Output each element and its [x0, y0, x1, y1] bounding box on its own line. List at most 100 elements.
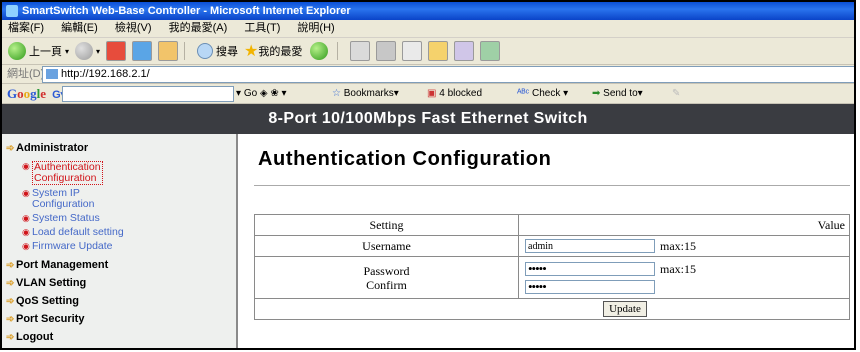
username-label: Username: [254, 235, 519, 257]
popup-blocked-button[interactable]: ▣ 4 blocked: [427, 84, 482, 103]
bullet-icon: ◉: [22, 188, 30, 198]
spell-check-button[interactable]: ᴬᴮᶜ Check ▾: [517, 84, 568, 103]
address-url: http://192.168.2.1/: [61, 68, 150, 80]
sidebar-item-label: Configuration: [34, 172, 97, 184]
toolbar-divider: [184, 42, 186, 60]
sidebar-item-port-security[interactable]: ➾ Port Security: [6, 313, 236, 325]
google-search-input[interactable]: [62, 86, 234, 102]
search-button[interactable]: 搜尋: [197, 43, 238, 59]
update-button[interactable]: Update: [603, 301, 647, 317]
table-row: Password Confirm ••••• max:15 •••••: [254, 256, 850, 299]
table-row: Username admin max:15: [254, 235, 850, 257]
confirm-label: Confirm: [366, 277, 407, 292]
page-title: Authentication Configuration: [258, 148, 552, 170]
arrow-icon: ➾: [6, 278, 15, 289]
page-icon: [46, 69, 58, 79]
google-logo: Google: [7, 86, 47, 101]
send-arrow-icon: ➡: [592, 88, 601, 99]
research-icon[interactable]: [454, 41, 475, 61]
sidebar-item-system-ip-configuration[interactable]: ◉ System IP Configuration: [22, 188, 236, 210]
banner-title: 8-Port 10/100Mbps Fast Ethernet Switch: [268, 110, 588, 127]
divider: [254, 185, 850, 186]
column-header-value: Value: [518, 214, 850, 236]
messenger-icon[interactable]: [480, 41, 501, 61]
sidebar-item-firmware-update[interactable]: ◉ Firmware Update: [22, 241, 236, 252]
bullet-icon: ◉: [22, 227, 30, 237]
menu-file[interactable]: 檔案(F): [8, 22, 44, 34]
print-icon[interactable]: [376, 41, 397, 61]
star-icon: ★: [244, 43, 259, 60]
pencil-icon[interactable]: ✎: [672, 84, 680, 103]
password-input[interactable]: •••••: [525, 262, 655, 277]
window-titlebar: SmartSwitch Web-Base Controller - Micros…: [2, 2, 854, 20]
favorites-button[interactable]: ★ 我的最愛: [244, 41, 302, 61]
menu-tools[interactable]: 工具(T): [244, 22, 280, 34]
arrow-icon: ➾: [6, 332, 15, 343]
menu-help[interactable]: 說明(H): [297, 22, 334, 34]
expanded-arrow-icon: ➾: [6, 143, 15, 154]
sidebar-item-system-status[interactable]: ◉ System Status: [22, 213, 236, 224]
forward-icon: [75, 42, 94, 60]
stop-icon[interactable]: [106, 41, 127, 61]
menu-view[interactable]: 檢視(V): [115, 22, 152, 34]
main-content: Authentication Configuration Setting Val…: [238, 134, 854, 348]
dropdown-arrow-icon: ▾: [96, 46, 101, 56]
table-header-row: Setting Value: [254, 214, 850, 236]
google-go-button[interactable]: ▾ Go ◈ ❀ ▾: [236, 84, 287, 103]
search-label: 搜尋: [216, 46, 239, 58]
address-input[interactable]: http://192.168.2.1/: [42, 66, 854, 83]
search-icon: [197, 43, 214, 59]
sidebar-item-qos-setting[interactable]: ➾ QoS Setting: [6, 295, 236, 307]
sidebar: ➾ Administrator ◉ Authentication Configurat…: [2, 134, 238, 348]
table-row: Update: [254, 298, 850, 320]
sidebar-item-label: Configuration: [32, 198, 95, 210]
username-input[interactable]: admin: [525, 239, 655, 254]
sidebar-item-authentication-configuration[interactable]: ◉ Authentication Configuration: [22, 161, 236, 185]
bullet-icon: ◉: [22, 241, 30, 251]
address-bar: 網址(D) http://192.168.2.1/: [2, 65, 854, 84]
media-icon[interactable]: [310, 42, 329, 60]
menu-bar: 檔案(F) 編輯(E) 檢視(V) 我的最愛(A) 工具(T) 說明(H): [2, 20, 854, 38]
menu-favorites[interactable]: 我的最愛(A): [169, 22, 228, 34]
arrow-icon: ➾: [6, 314, 15, 325]
mail-icon[interactable]: [350, 41, 371, 61]
column-header-setting: Setting: [254, 214, 519, 236]
back-label: 上一頁: [29, 46, 62, 58]
folder-icon[interactable]: [428, 41, 449, 61]
arrow-icon: ➾: [6, 260, 15, 271]
toolbar-divider: [337, 42, 339, 60]
star-outline-icon: ☆: [332, 88, 341, 99]
address-label: 網址(D): [7, 68, 45, 80]
send-to-button[interactable]: ➡ Send to▾: [592, 84, 643, 103]
sidebar-header-administrator[interactable]: ➾ Administrator: [6, 142, 236, 154]
sidebar-item-label: Firmware Update: [32, 240, 113, 252]
favorites-label: 我的最愛: [258, 46, 303, 58]
sidebar-item-label: Load default setting: [32, 226, 124, 238]
forward-button[interactable]: ▾: [75, 42, 100, 60]
popup-blocker-icon: ▣: [427, 88, 437, 99]
back-icon: [8, 42, 26, 60]
bookmarks-button[interactable]: ☆ Bookmarks▾: [332, 84, 399, 103]
sidebar-header-label: Administrator: [16, 142, 89, 154]
spellcheck-icon: ᴬᴮᶜ: [517, 88, 530, 99]
browser-toolbar: 上一頁 ▾ ▾ 搜尋 ★ 我的最愛: [2, 38, 854, 65]
bullet-icon: ◉: [22, 213, 30, 223]
sidebar-item-vlan-setting[interactable]: ➾ VLAN Setting: [6, 277, 236, 289]
sidebar-item-port-management[interactable]: ➾ Port Management: [6, 259, 236, 271]
password-label: Password: [363, 263, 410, 278]
sidebar-item-logout[interactable]: ➾ Logout: [6, 331, 236, 343]
switch-banner: 8-Port 10/100Mbps Fast Ethernet Switch: [2, 104, 854, 134]
sidebar-item-label: System Status: [32, 212, 100, 224]
window-title: SmartSwitch Web-Base Controller - Micros…: [22, 5, 351, 17]
menu-edit[interactable]: 編輯(E): [61, 22, 98, 34]
back-button[interactable]: 上一頁 ▾: [8, 42, 69, 60]
refresh-icon[interactable]: [132, 41, 153, 61]
dropdown-arrow-icon: ▾: [65, 46, 70, 56]
edit-icon[interactable]: [402, 41, 423, 61]
confirm-password-input[interactable]: •••••: [525, 279, 655, 294]
arrow-icon: ➾: [6, 296, 15, 307]
home-icon[interactable]: [158, 41, 179, 61]
password-max-hint: max:15: [660, 261, 696, 276]
sidebar-item-load-default-setting[interactable]: ◉ Load default setting: [22, 227, 236, 238]
auth-config-table: Setting Value Username admin max:15 Pass…: [254, 214, 850, 320]
